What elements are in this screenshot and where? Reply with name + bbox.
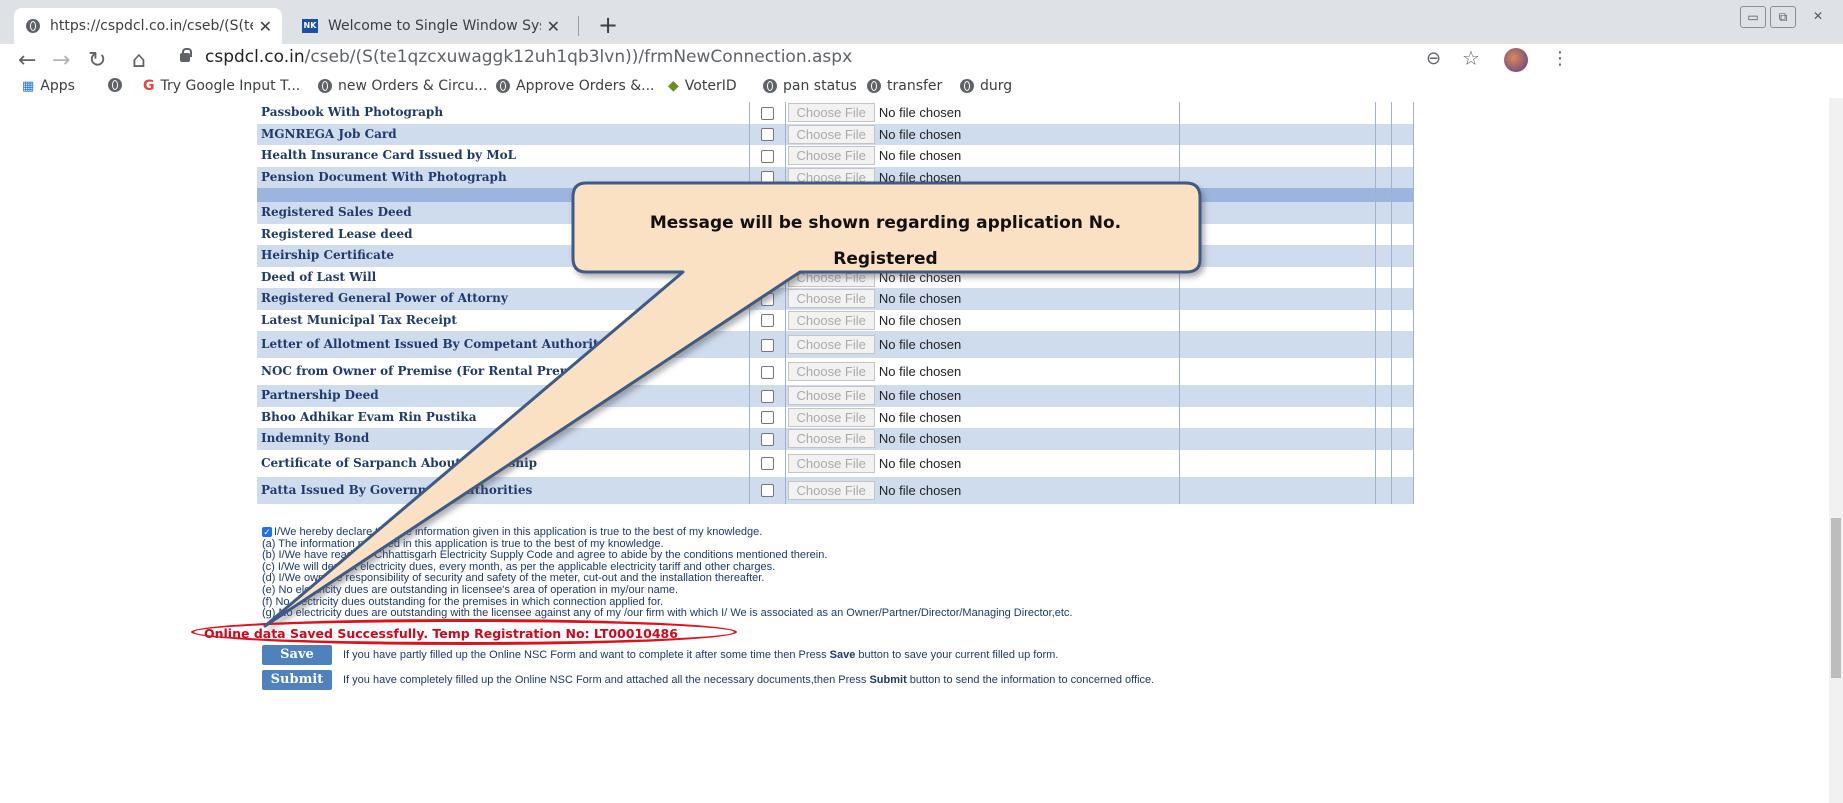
callout-line-1: Message will be shown regarding applicat… bbox=[649, 213, 1122, 233]
callout-text: Message will be shown regarding applicat… bbox=[573, 205, 1198, 277]
callout-line-2: Registered bbox=[833, 249, 938, 269]
callout-overlay bbox=[263, 181, 1202, 628]
